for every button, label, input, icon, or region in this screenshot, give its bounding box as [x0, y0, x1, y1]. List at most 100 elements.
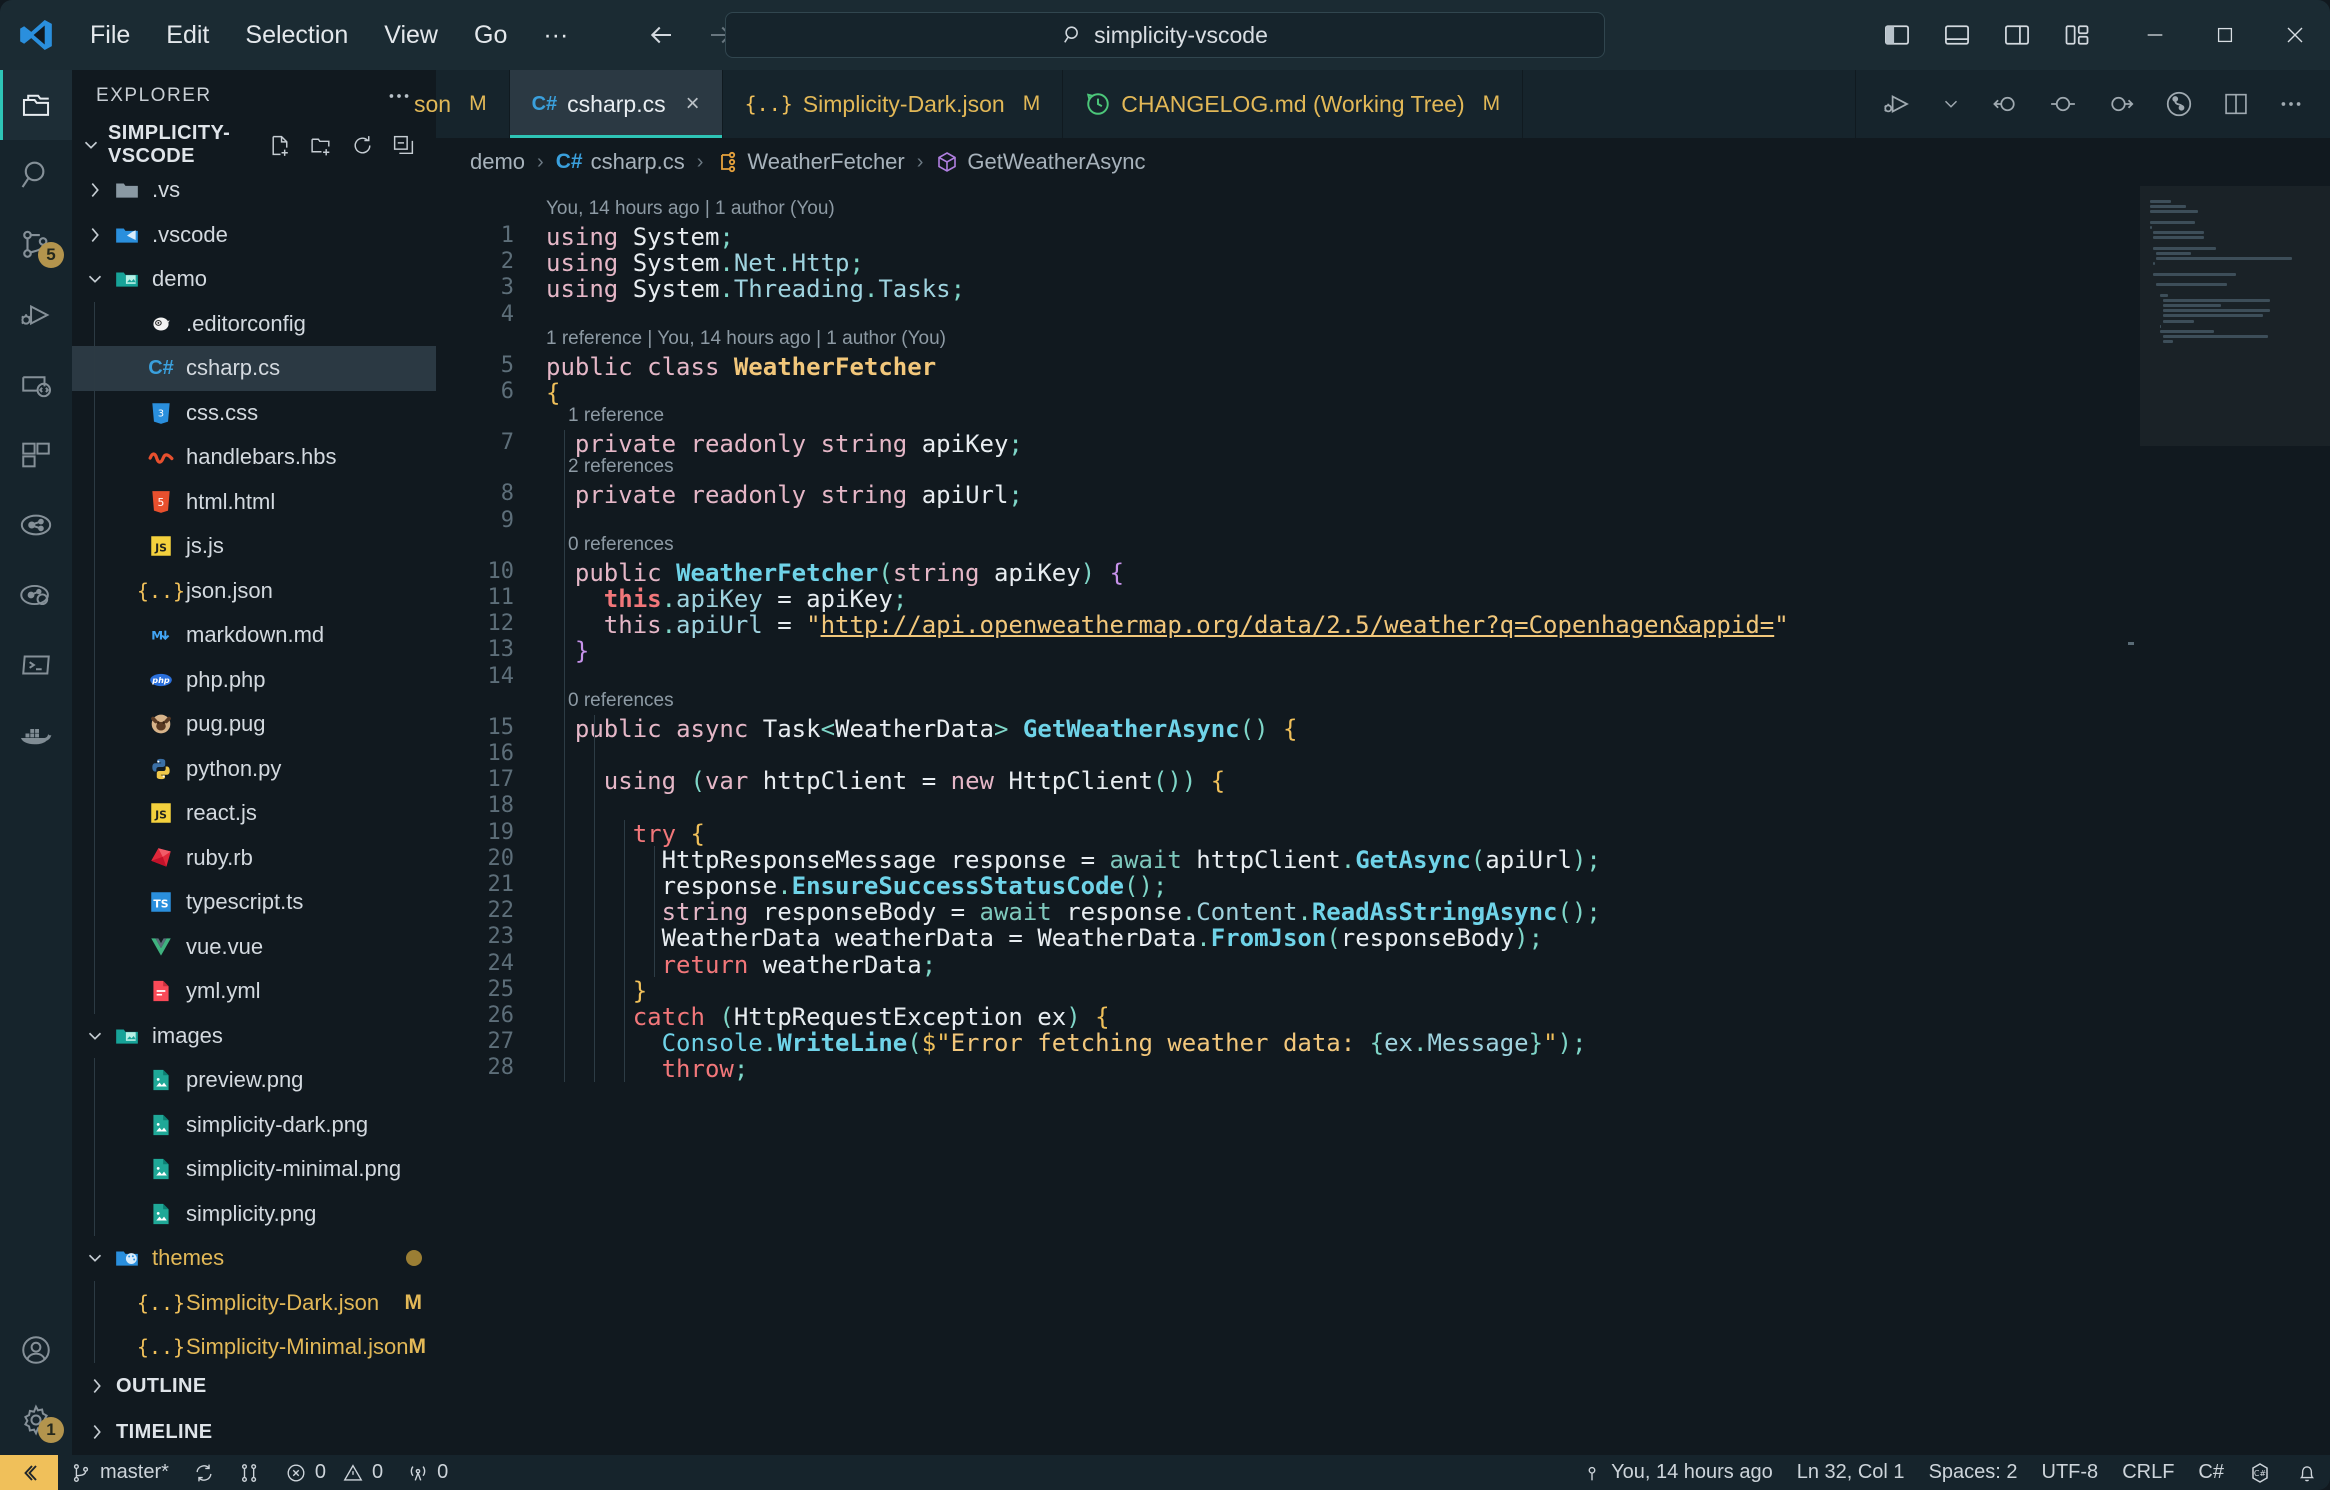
run-or-debug-icon[interactable]: [1882, 89, 1912, 119]
code-line[interactable]: throw;: [546, 1055, 2330, 1083]
code-line[interactable]: public WeatherFetcher(string apiKey) {: [546, 559, 2330, 587]
breadcrumb-item-demo[interactable]: demo: [470, 149, 525, 175]
menu-selection[interactable]: Selection: [227, 15, 366, 56]
status-notifications[interactable]: [2284, 1455, 2330, 1490]
activitybar-item-search[interactable]: [0, 140, 72, 210]
activitybar-item-manage[interactable]: 1: [0, 1385, 72, 1455]
editor-tab[interactable]: C# csharp.cs ×: [509, 70, 723, 138]
activitybar-item-live-share[interactable]: [0, 560, 72, 630]
code-line[interactable]: this.apiKey = apiKey;: [546, 585, 2330, 613]
menu-view[interactable]: View: [366, 15, 456, 56]
split-editor-icon[interactable]: [2222, 90, 2250, 118]
tree-file-row[interactable]: 3 css.css: [72, 390, 436, 435]
status-eol[interactable]: CRLF: [2110, 1455, 2186, 1490]
codelens[interactable]: You, 14 hours ago | 1 author (You): [546, 198, 835, 220]
editor-tab[interactable]: {..} Simplicity-Dark.json M: [723, 70, 1064, 138]
activitybar-item-docker[interactable]: [0, 700, 72, 770]
tree-file-row[interactable]: simplicity.png: [72, 1191, 436, 1236]
tree-folder-row[interactable]: demo: [72, 257, 436, 302]
tree-file-row[interactable]: simplicity-minimal.png: [72, 1147, 436, 1192]
activitybar-item-terminal[interactable]: [0, 630, 72, 700]
tree-file-row[interactable]: C# csharp.cs: [72, 346, 436, 391]
toggle-primary-sidebar-icon[interactable]: [1880, 18, 1914, 52]
codelens[interactable]: 0 references: [546, 690, 674, 712]
activitybar-item-extensions[interactable]: [0, 420, 72, 490]
command-center[interactable]: simplicity-vscode: [725, 12, 1605, 58]
tree-file-row[interactable]: php php.php: [72, 657, 436, 702]
minimize-button[interactable]: [2120, 0, 2190, 70]
breadcrumb-item-method[interactable]: GetWeatherAsync: [935, 149, 1146, 175]
collapse-all-icon[interactable]: [391, 133, 416, 158]
tree-file-row[interactable]: JS react.js: [72, 791, 436, 836]
editor-tab[interactable]: CHANGELOG.md (Working Tree) M: [1063, 70, 1524, 138]
activitybar-item-source-control[interactable]: 5: [0, 210, 72, 280]
timeline-section-header[interactable]: TIMELINE: [72, 1409, 436, 1455]
status-indentation[interactable]: Spaces: 2: [1917, 1455, 2030, 1490]
status-language-mode[interactable]: C#: [2186, 1455, 2236, 1490]
code-line[interactable]: WeatherData weatherData = WeatherData.Fr…: [546, 924, 2330, 952]
tree-file-row[interactable]: .editorconfig: [72, 301, 436, 346]
breadcrumb-item-class[interactable]: WeatherFetcher: [715, 149, 905, 175]
tree-folder-row[interactable]: .vscode: [72, 213, 436, 258]
code-editor[interactable]: 1 2 3 4 5 6 7 8 9 10 11 12 13 14 15 16 17 18 19 20 21 22 23 24 2…: [436, 186, 2330, 1455]
code-line[interactable]: }: [546, 637, 2330, 665]
code-line[interactable]: using System.Threading.Tasks;: [546, 275, 2330, 303]
code-line[interactable]: try {: [546, 820, 2330, 848]
tree-file-row[interactable]: python.py: [72, 746, 436, 791]
code-line[interactable]: return weatherData;: [546, 951, 2330, 979]
step-back-icon[interactable]: [1990, 89, 2020, 119]
tree-file-row[interactable]: Mmarkdown.md: [72, 613, 436, 658]
arrow-left-icon[interactable]: [644, 18, 678, 52]
code-line[interactable]: {: [546, 379, 2330, 407]
step-into-icon[interactable]: [2106, 89, 2136, 119]
tree-file-row[interactable]: {..} Simplicity-Dark.json M: [72, 1280, 436, 1325]
source-control-graph-icon[interactable]: [2164, 89, 2194, 119]
tree-folder-row[interactable]: themes: [72, 1236, 436, 1281]
code-line[interactable]: using (var httpClient = new HttpClient()…: [546, 767, 2330, 795]
breadcrumb-item-file[interactable]: C# csharp.cs: [556, 149, 685, 175]
tree-file-row[interactable]: JS js.js: [72, 524, 436, 569]
code-line[interactable]: catch (HttpRequestException ex) {: [546, 1003, 2330, 1031]
tree-file-row[interactable]: pug.pug: [72, 702, 436, 747]
status-encoding[interactable]: UTF-8: [2030, 1455, 2111, 1490]
tree-file-row[interactable]: handlebars.hbs: [72, 435, 436, 480]
status-branch[interactable]: master*: [58, 1455, 181, 1490]
menu-more[interactable]: ···: [525, 15, 586, 56]
codelens[interactable]: 2 references: [546, 456, 674, 478]
code-line[interactable]: }: [546, 977, 2330, 1005]
code-line[interactable]: public class WeatherFetcher: [546, 353, 2330, 381]
status-git-blame[interactable]: You, 14 hours ago: [1569, 1455, 1785, 1490]
folder-section-header[interactable]: SIMPLICITY-VSCODE: [72, 122, 436, 168]
activitybar-item-run-and-debug[interactable]: [0, 280, 72, 350]
tab-close-icon[interactable]: ×: [686, 90, 700, 118]
activitybar-item-accounts[interactable]: [0, 1315, 72, 1385]
tree-file-row[interactable]: simplicity-dark.png: [72, 1102, 436, 1147]
maximize-button[interactable]: [2190, 0, 2260, 70]
tree-folder-row[interactable]: .vs: [72, 168, 436, 213]
tree-file-row[interactable]: {..} json.json: [72, 568, 436, 613]
code-line[interactable]: using System;: [546, 223, 2330, 251]
toggle-secondary-sidebar-icon[interactable]: [2000, 18, 2034, 52]
code-line[interactable]: using System.Net.Http;: [546, 249, 2330, 277]
tree-file-row[interactable]: ruby.rb: [72, 835, 436, 880]
tree-file-row[interactable]: 5 html.html: [72, 479, 436, 524]
code-line[interactable]: response.EnsureSuccessStatusCode();: [546, 872, 2330, 900]
editor-tab[interactable]: son M: [414, 70, 510, 138]
tree-file-row[interactable]: vue.vue: [72, 924, 436, 969]
close-button[interactable]: [2260, 0, 2330, 70]
menu-edit[interactable]: Edit: [148, 15, 227, 56]
new-file-icon[interactable]: [268, 133, 293, 158]
tree-file-row[interactable]: {..} Simplicity-Minimal.json M: [72, 1325, 436, 1363]
refresh-icon[interactable]: [350, 133, 375, 158]
code-line[interactable]: this.apiUrl = "http://api.openweathermap…: [546, 611, 2330, 639]
new-folder-icon[interactable]: [309, 133, 334, 158]
codelens[interactable]: 1 reference | You, 14 hours ago | 1 auth…: [546, 328, 946, 350]
menu-file[interactable]: File: [72, 15, 148, 56]
code-line[interactable]: private readonly string apiKey;: [546, 430, 2330, 458]
toggle-panel-icon[interactable]: [1940, 18, 1974, 52]
code-line[interactable]: public async Task<WeatherData> GetWeathe…: [546, 715, 2330, 743]
tree-file-row[interactable]: yml.yml: [72, 969, 436, 1014]
tree-file-row[interactable]: TS typescript.ts: [72, 880, 436, 925]
status-branch-compare[interactable]: [227, 1455, 273, 1490]
minimap[interactable]: [2140, 186, 2330, 1455]
